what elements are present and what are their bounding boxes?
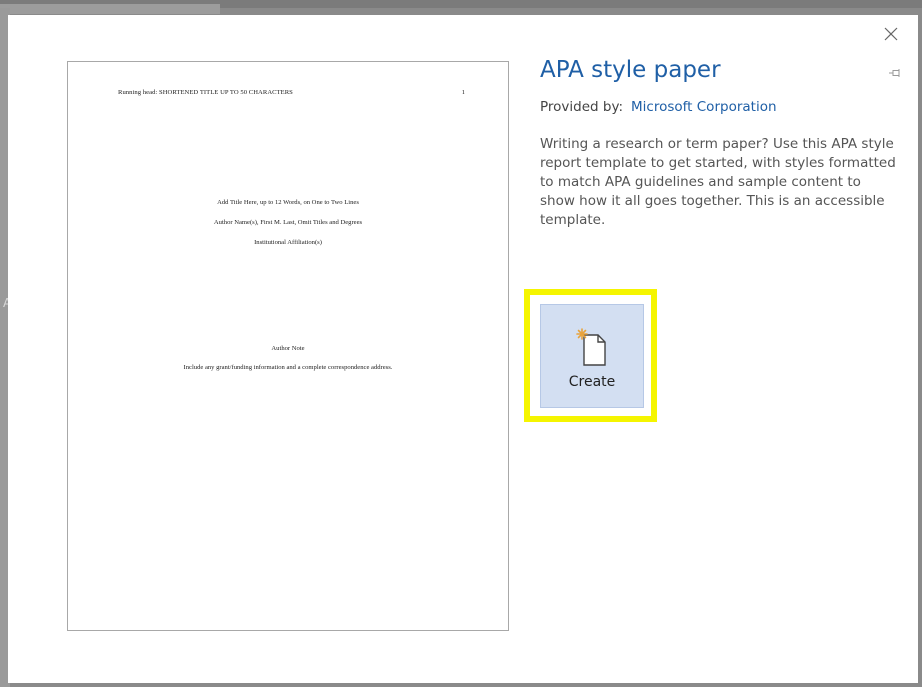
template-title: APA style paper (540, 57, 721, 83)
template-preview-dialog: Running head: SHORTENED TITLE UP TO 50 C… (8, 15, 918, 683)
paper-title-line: Add Title Here, up to 12 Words, on One t… (217, 199, 359, 206)
create-label: Create (568, 374, 616, 390)
author-line: Author Name(s), First M. Last, Omit Titl… (213, 219, 363, 226)
page-number: 1 (461, 89, 465, 96)
provided-by: Provided by: Microsoft Corporation (540, 99, 777, 115)
pin-icon[interactable] (888, 65, 902, 77)
close-icon (884, 27, 898, 41)
background-tab (0, 4, 220, 14)
template-preview-page: Running head: SHORTENED TITLE UP TO 50 C… (67, 61, 509, 631)
author-note-text: Include any grant/funding information an… (183, 364, 393, 371)
affiliation-line: Institutional Affiliation(s) (254, 239, 322, 246)
author-note-heading: Author Note (271, 345, 305, 352)
close-button[interactable] (880, 23, 902, 45)
new-document-icon (576, 328, 606, 366)
provided-by-label: Provided by: (540, 99, 624, 115)
provider-link[interactable]: Microsoft Corporation (631, 99, 776, 115)
template-description: Writing a research or term paper? Use th… (540, 136, 896, 228)
pin-glyph (889, 69, 900, 77)
running-head: Running head: SHORTENED TITLE UP TO 50 C… (118, 89, 293, 96)
create-button[interactable]: Create (540, 304, 644, 408)
